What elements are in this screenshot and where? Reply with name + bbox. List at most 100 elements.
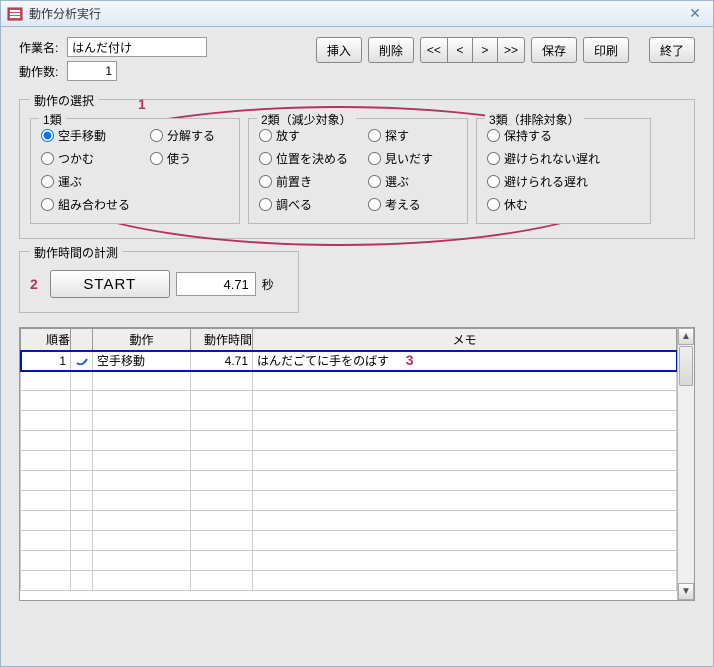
radio-kumiawaseru[interactable]: 組み合わせる [41,196,130,213]
radio-tsukau[interactable]: 使う [150,150,215,167]
radio-input[interactable] [487,175,500,188]
table-row[interactable] [21,371,677,391]
seconds-label: 秒 [262,276,274,293]
radio-hoji[interactable]: 保持する [487,127,600,144]
radio-input[interactable] [150,152,163,165]
radio-input[interactable] [41,129,54,142]
action-selection-legend: 動作の選択 [30,92,98,109]
app-window: 動作分析実行 ✕ 作業名: 動作数: 挿入 削除 << < [0,0,714,667]
radio-maeoki[interactable]: 前置き [259,173,348,190]
radio-input[interactable] [368,198,381,211]
group1-title: 1類 [39,111,66,128]
radio-input[interactable] [150,129,163,142]
col-selector[interactable] [71,329,93,351]
radio-yasumu[interactable]: 休む [487,196,600,213]
table-row[interactable] [21,531,677,551]
radio-tsukamu[interactable]: つかむ [41,150,130,167]
table-row[interactable] [21,431,677,451]
radio-input[interactable] [41,152,54,165]
work-name-label: 作業名: [19,39,67,56]
radio-input[interactable] [259,175,272,188]
radio-kuute-idou[interactable]: 空手移動 [41,127,130,144]
nav-last-button[interactable]: >> [497,37,525,63]
radio-input[interactable] [487,129,500,142]
col-order[interactable]: 順番 [21,329,71,351]
table-row[interactable] [21,491,677,511]
exit-button[interactable]: 終了 [649,37,695,63]
timing-fieldset: 動作時間の計測 2 START 4.71 秒 [19,251,299,313]
annotation-1: 1 [138,96,146,112]
work-name-input[interactable] [67,37,207,57]
save-button[interactable]: 保存 [531,37,577,63]
delete-button[interactable]: 削除 [368,37,414,63]
vertical-scrollbar[interactable]: ▲ ▼ [677,328,694,600]
nav-first-button[interactable]: << [420,37,448,63]
radio-sakerareru[interactable]: 避けられる遅れ [487,173,600,190]
print-button[interactable]: 印刷 [583,37,629,63]
timing-legend: 動作時間の計測 [30,244,122,261]
table-row[interactable] [21,451,677,471]
radio-ichi[interactable]: 位置を決める [259,150,348,167]
nav-next-button[interactable]: > [472,37,498,63]
radio-input[interactable] [368,152,381,165]
radio-input[interactable] [487,152,500,165]
titlebar: 動作分析実行 ✕ [1,1,713,27]
table-row[interactable] [21,411,677,431]
radio-input[interactable] [41,175,54,188]
radio-input[interactable] [259,152,272,165]
table-row[interactable] [21,391,677,411]
radio-sakerarenai[interactable]: 避けられない遅れ [487,150,600,167]
scroll-up-button[interactable]: ▲ [678,328,694,345]
radio-bunkai[interactable]: 分解する [150,127,215,144]
radio-sagasu[interactable]: 探す [368,127,433,144]
group3-title: 3類（排除対象） [485,111,584,128]
radio-kangaeru[interactable]: 考える [368,196,433,213]
table-row[interactable] [21,471,677,491]
cell-memo[interactable]: はんだごてに手をのばす 3 [253,351,677,371]
time-value: 4.71 [176,272,256,296]
count-input[interactable] [67,61,117,81]
scroll-thumb[interactable] [679,346,693,386]
col-memo[interactable]: メモ [253,329,677,351]
data-grid: 順番 動作 動作時間 メモ 1 空手移動 4.71 [19,327,695,601]
group-type1: 1類 空手移動 つかむ 運ぶ 組み合わせる 分解する 使う [30,118,240,224]
radio-input[interactable] [41,198,54,211]
cell-time[interactable]: 4.71 [191,351,253,371]
window-title: 動作分析実行 [29,5,101,22]
radio-hanasu[interactable]: 放す [259,127,348,144]
app-icon [7,6,23,22]
table-row[interactable] [21,571,677,591]
insert-button[interactable]: 挿入 [316,37,362,63]
group2-title: 2類（減少対象） [257,111,356,128]
content-area: 作業名: 動作数: 挿入 削除 << < > >> 保存 印刷 [1,27,713,666]
radio-input[interactable] [368,129,381,142]
radio-input[interactable] [487,198,500,211]
radio-shiraberu[interactable]: 調べる [259,196,348,213]
annotation-3: 3 [406,352,414,368]
radio-input[interactable] [259,129,272,142]
table-row[interactable] [21,551,677,571]
group-type3: 3類（排除対象） 保持する 避けられない遅れ 避けられる遅れ 休む [476,118,651,224]
close-button[interactable]: ✕ [683,5,707,23]
table-row[interactable]: 1 空手移動 4.71 はんだごてに手をのばす 3 [21,351,677,371]
scroll-down-button[interactable]: ▼ [678,583,694,600]
radio-input[interactable] [259,198,272,211]
nav-button-group: << < > >> [420,37,525,63]
radio-input[interactable] [368,175,381,188]
start-button[interactable]: START [50,270,170,298]
radio-miidasu[interactable]: 見いだす [368,150,433,167]
cell-order[interactable]: 1 [21,351,71,371]
table-row[interactable] [21,511,677,531]
radio-erabu[interactable]: 選ぶ [368,173,433,190]
cell-selector[interactable] [71,351,93,371]
nav-prev-button[interactable]: < [447,37,473,63]
action-selection-fieldset: 動作の選択 1 1類 空手移動 つかむ 運ぶ 組み合わせる 分 [19,99,695,239]
header-row: 作業名: 動作数: 挿入 削除 << < > >> 保存 印刷 [19,37,695,81]
row-marker-icon [75,354,89,364]
cell-action[interactable]: 空手移動 [93,351,191,371]
count-label: 動作数: [19,63,67,80]
col-action[interactable]: 動作 [93,329,191,351]
group-type2: 2類（減少対象） 放す 位置を決める 前置き 調べる 探す 見いだす 選ぶ [248,118,468,224]
col-time[interactable]: 動作時間 [191,329,253,351]
radio-hakobu[interactable]: 運ぶ [41,173,130,190]
